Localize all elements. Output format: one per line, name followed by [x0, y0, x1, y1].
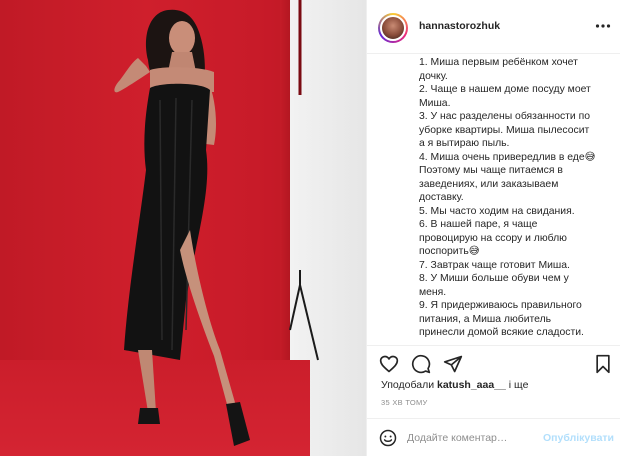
caption-line: принесли домой всякие сладости. [419, 327, 584, 338]
caption-line: 7. Завтрак чаще готовит Миша. [419, 259, 570, 271]
light-stand [289, 270, 319, 361]
likes-summary: Уподобали katush_aaa__ і ще [381, 379, 528, 391]
caption-line: 5. Мы часто ходим на свидания. [419, 205, 575, 217]
caption-line: Поэтому мы чаще питаемся в [419, 165, 563, 176]
caption-line: 1. Миша первым ребёнком хочет [419, 57, 578, 68]
bookmark-icon[interactable] [593, 354, 613, 374]
model-figure [114, 0, 319, 446]
comment-input[interactable] [407, 430, 557, 446]
caption-line: поспорить😅 [419, 246, 480, 257]
more-horizontal-icon[interactable] [595, 18, 611, 34]
post-sidebar: hannastorozhuk 1. Миша первым ребёнком х… [366, 0, 620, 456]
caption-line: Миша. [419, 97, 451, 109]
caption-line: провоцирую на ссору и люблю [419, 232, 567, 244]
heart-icon[interactable] [379, 354, 399, 374]
post-header: hannastorozhuk [367, 0, 620, 54]
caption-line: а я вытираю пыль. [419, 138, 510, 149]
post-caption: 1. Миша первым ребёнком хочет дочку. 2. … [419, 56, 615, 342]
post-timestamp: 35 ХВ ТОМУ [381, 398, 428, 407]
post-photo[interactable] [0, 0, 366, 456]
caption-line: 6. В нашей паре, я чаще [419, 219, 538, 230]
comment-icon[interactable] [411, 354, 431, 374]
likes-prefix: Уподобали [381, 379, 437, 391]
paper-plane-icon[interactable] [443, 354, 463, 374]
caption-line: заведениях, или заказываем [419, 178, 559, 190]
caption-line: питания, а Миша любитель [419, 313, 552, 325]
post-comment-button[interactable]: Опублікувати [543, 432, 614, 444]
avatar[interactable] [378, 13, 408, 43]
username[interactable]: hannastorozhuk [419, 20, 500, 32]
caption-line: уборке квартиры. Миша пылесосит [419, 124, 590, 136]
caption-line: 2. Чаще в нашем доме посуду моет [419, 84, 591, 95]
liked-by-user[interactable]: katush_aaa__ [437, 379, 506, 391]
caption-line: 9. Я придерживаюсь правильного [419, 300, 582, 311]
caption-line: 8. У Миши больше обуви чем у [419, 273, 569, 284]
comment-bar: Опублікувати [367, 418, 620, 456]
caption-line: доставку. [419, 192, 464, 203]
caption-line: дочку. [419, 70, 448, 82]
smile-icon[interactable] [379, 429, 397, 447]
caption-line: меня. [419, 286, 447, 298]
caption-line: 3. У нас разделены обязанности по [419, 111, 591, 122]
post-actions [367, 345, 620, 379]
likes-suffix[interactable]: і ще [506, 379, 529, 391]
caption-line: 4. Миша очень привередлив в еде😅 [419, 151, 596, 163]
